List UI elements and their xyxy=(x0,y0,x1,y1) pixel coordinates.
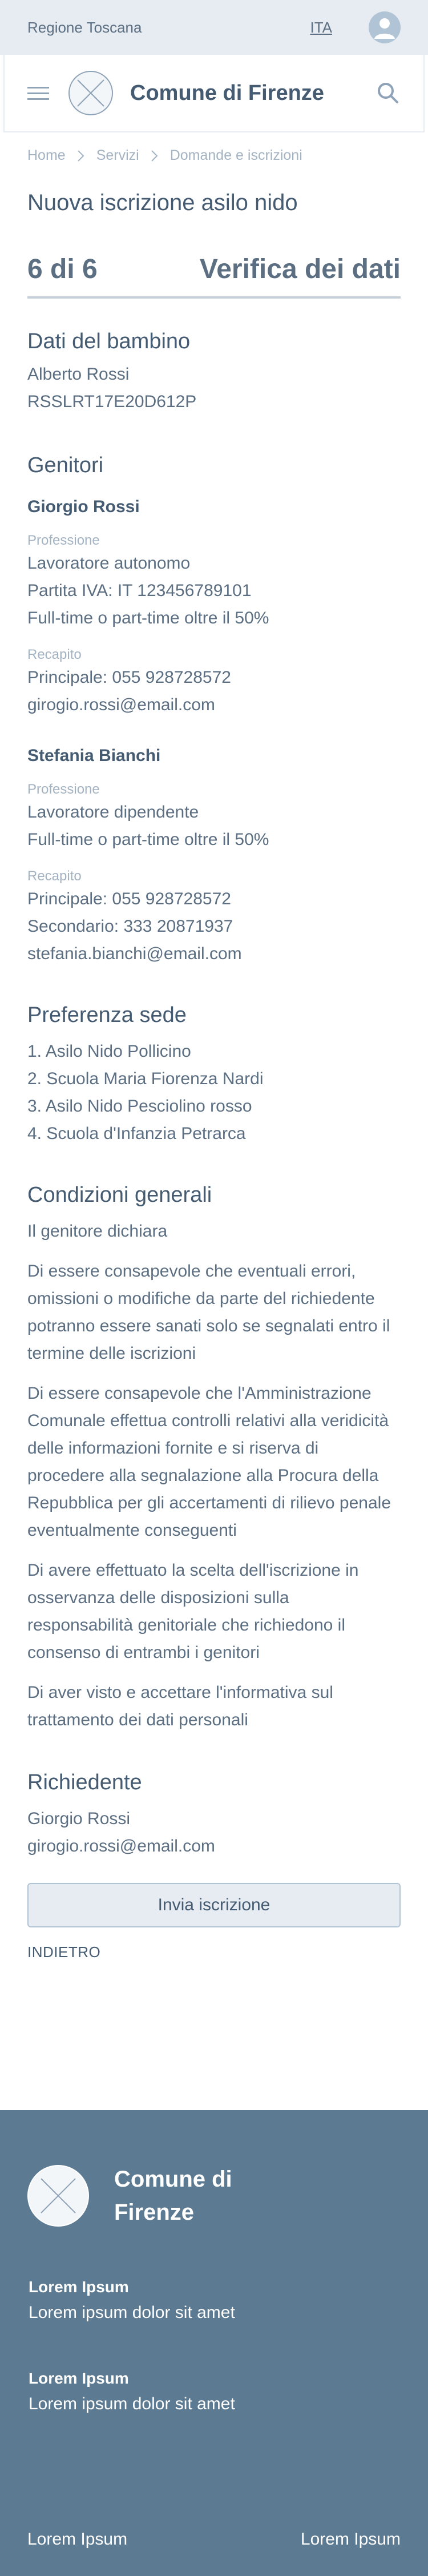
work-time: Full-time o part-time oltre il 50% xyxy=(27,830,269,849)
step-label: Verifica dei dati xyxy=(199,254,401,284)
conditions-section-title: Condizioni generali xyxy=(27,1183,212,1207)
condition-line: eventualmente conseguenti xyxy=(27,1521,237,1540)
parent-name: Giorgio Rossi xyxy=(27,497,140,516)
footer-bottom-links: Lorem Ipsum Lorem Ipsum xyxy=(27,2530,401,2549)
page-title: Nuova iscrizione asilo nido xyxy=(27,190,298,215)
parent-name: Stefania Bianchi xyxy=(27,746,161,765)
footer-brand-line: Comune di xyxy=(114,2167,232,2192)
preference-item: 1. Asilo Nido Pollicino xyxy=(27,1042,191,1061)
condition-line: Repubblica per gli accertamenti di rilie… xyxy=(27,1494,391,1512)
breadcrumb-home[interactable]: Home xyxy=(27,147,66,164)
footer-block-text[interactable]: Lorem ipsum dolor sit amet xyxy=(29,2303,235,2323)
breadcrumb-current[interactable]: Domande e iscrizioni xyxy=(170,147,302,164)
site-header: Comune di Firenze xyxy=(3,55,425,132)
chevron-right-icon xyxy=(151,150,158,162)
condition-line: consenso di entrambi i genitori xyxy=(27,1643,260,1662)
contact-label: Recapito xyxy=(27,647,82,662)
conditions-section: Condizioni generali Il genitore dichiara… xyxy=(0,1183,428,1734)
submit-button[interactable]: Invia iscrizione xyxy=(27,1883,401,1927)
applicant-name: Giorgio Rossi xyxy=(27,1809,131,1828)
footer-block: Lorem Ipsum Lorem ipsum dolor sit amet xyxy=(29,2278,235,2323)
footer-brand[interactable]: Comune di Firenze xyxy=(114,2163,285,2229)
condition-line: termine delle iscrizioni xyxy=(27,1344,196,1363)
footer-link[interactable]: Lorem Ipsum xyxy=(301,2530,401,2549)
child-section-title: Dati del bambino xyxy=(27,329,191,353)
profession-line: Lavoratore autonomo xyxy=(27,554,191,573)
applicant-section-title: Richiedente xyxy=(27,1770,142,1794)
profession-line: Lavoratore dipendente xyxy=(27,803,199,822)
region-label[interactable]: Regione Toscana xyxy=(27,19,142,37)
condition-line: delle informazioni fornite e si riserva … xyxy=(27,1439,319,1458)
applicant-email: girogio.rossi@email.com xyxy=(27,1837,215,1855)
child-name: Alberto Rossi xyxy=(27,365,130,384)
email: stefania.bianchi@email.com xyxy=(27,944,242,963)
logo-placeholder-icon[interactable] xyxy=(68,71,113,115)
topbar-right: ITA xyxy=(310,11,401,43)
site-footer: Comune di Firenze Lorem Ipsum Lorem ipsu… xyxy=(0,2110,428,2576)
condition-line: omissioni o modifiche da parte del richi… xyxy=(27,1289,375,1308)
breadcrumb-services[interactable]: Servizi xyxy=(96,147,139,164)
condition-line: potranno essere sanati solo se segnalati… xyxy=(27,1317,390,1335)
parent-card: Stefania Bianchi Professione Lavoratore … xyxy=(27,746,401,968)
brand-name[interactable]: Comune di Firenze xyxy=(130,81,375,106)
preference-item: 2. Scuola Maria Fiorenza Nardi xyxy=(27,1069,264,1088)
user-avatar-icon[interactable] xyxy=(369,11,401,43)
profession-label: Professione xyxy=(27,533,100,548)
search-icon[interactable] xyxy=(375,80,401,106)
preferences-section: Preferenza sede 1. Asilo Nido Pollicino … xyxy=(0,1003,428,1148)
footer-block: Lorem Ipsum Lorem ipsum dolor sit amet xyxy=(29,2369,235,2414)
footer-brand-line: Firenze xyxy=(114,2200,195,2225)
condition-paragraph: Di essere consapevole che eventuali erro… xyxy=(27,1258,401,1367)
child-tax-code: RSSLRT17E20D612P xyxy=(27,392,197,411)
condition-line: Comunale effettua controlli relativi all… xyxy=(27,1411,389,1430)
condition-line: procedere alla segnalazione alla Procura… xyxy=(27,1466,379,1485)
language-selector[interactable]: ITA xyxy=(310,19,332,37)
profession-label: Professione xyxy=(27,782,100,797)
preference-item: 3. Asilo Nido Pesciolino rosso xyxy=(27,1097,252,1116)
condition-line: Di essere consapevole che l'Amministrazi… xyxy=(27,1384,372,1403)
back-link[interactable]: INDIETRO xyxy=(0,1943,428,1961)
footer-logo-icon[interactable] xyxy=(27,2165,89,2227)
child-section: Dati del bambino Alberto Rossi RSSLRT17E… xyxy=(0,329,428,416)
parent-card: Giorgio Rossi Professione Lavoratore aut… xyxy=(27,497,401,719)
breadcrumb: Home Servizi Domande e iscrizioni xyxy=(0,147,428,164)
top-bar: Regione Toscana ITA xyxy=(0,0,428,55)
parents-section-title: Genitori xyxy=(27,453,104,477)
vat-number: Partita IVA: IT 123456789101 xyxy=(27,581,252,600)
condition-line: Di aver visto e accettare l'informativa … xyxy=(27,1683,333,1702)
condition-line: Di essere consapevole che eventuali erro… xyxy=(27,1262,356,1281)
footer-block-title: Lorem Ipsum xyxy=(29,2278,129,2296)
phone-primary: Principale: 055 928728572 xyxy=(27,668,231,687)
contact-label: Recapito xyxy=(27,868,82,884)
footer-link[interactable]: Lorem Ipsum xyxy=(27,2530,127,2549)
condition-line: osservanza delle disposizioni sulla xyxy=(27,1588,289,1607)
preference-item: 4. Scuola d'Infanzia Petrarca xyxy=(27,1124,246,1143)
phone-primary: Principale: 055 928728572 xyxy=(27,889,231,908)
condition-paragraph: Di aver visto e accettare l'informativa … xyxy=(27,1679,401,1734)
chevron-right-icon xyxy=(77,150,84,162)
phone-secondary: Secondario: 333 20871937 xyxy=(27,917,233,936)
email: girogio.rossi@email.com xyxy=(27,695,215,714)
conditions-intro: Il genitore dichiara xyxy=(27,1222,168,1241)
condition-paragraph: Di essere consapevole che l'Amministrazi… xyxy=(27,1380,401,1544)
condition-line: trattamento dei dati personali xyxy=(27,1710,248,1729)
step-indicator: 6 di 6 Verifica dei dati xyxy=(27,253,401,299)
footer-block-title: Lorem Ipsum xyxy=(29,2369,129,2387)
parents-section: Genitori Giorgio Rossi Professione Lavor… xyxy=(0,453,428,968)
condition-line: Di avere effettuato la scelta dell'iscri… xyxy=(27,1561,359,1580)
footer-block-text[interactable]: Lorem ipsum dolor sit amet xyxy=(29,2394,235,2414)
condition-line: responsabilità genitoriale che richiedon… xyxy=(27,1616,346,1635)
work-time: Full-time o part-time oltre il 50% xyxy=(27,609,269,627)
applicant-section: Richiedente Giorgio Rossi girogio.rossi@… xyxy=(0,1770,428,1860)
preferences-section-title: Preferenza sede xyxy=(27,1003,187,1027)
hamburger-icon[interactable] xyxy=(27,86,49,100)
condition-paragraph: Di avere effettuato la scelta dell'iscri… xyxy=(27,1557,401,1667)
step-count: 6 di 6 xyxy=(27,254,98,284)
